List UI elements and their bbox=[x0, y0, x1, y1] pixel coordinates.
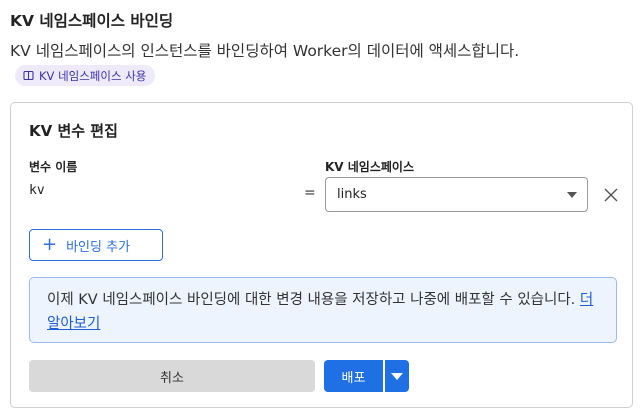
info-banner: 이제 KV 네임스페이스 바인딩에 대한 변경 내용을 저장하고 나중에 배포할… bbox=[29, 277, 617, 343]
docs-link-label[interactable]: KV 네임스페이스 사용 bbox=[39, 63, 146, 89]
add-binding-button[interactable]: + 바인딩 추가 bbox=[29, 229, 163, 261]
add-binding-label: 바인딩 추가 bbox=[66, 239, 131, 255]
deploy-button[interactable]: 배포 bbox=[324, 360, 383, 392]
info-text: 이제 KV 네임스페이스 바인딩에 대한 변경 내용을 저장하고 나중에 배포할… bbox=[47, 292, 580, 308]
description-text: KV 네임스페이스의 인스턴스를 바인딩하여 Worker의 데이터에 액세스합… bbox=[10, 42, 520, 60]
plus-icon: + bbox=[42, 234, 58, 255]
equals-sign: = bbox=[304, 185, 316, 201]
namespace-select[interactable]: links bbox=[325, 177, 588, 212]
namespace-select-value: links bbox=[337, 187, 367, 202]
cancel-label: 취소 bbox=[160, 370, 184, 386]
edit-kv-binding-card: KV 변수 편집 변수 이름 KV 네임스페이스 kv = links + 바인… bbox=[10, 102, 633, 408]
section-description: KV 네임스페이스의 인스턴스를 바인딩하여 Worker의 데이터에 액세스합… bbox=[10, 38, 530, 90]
chevron-down-icon bbox=[391, 373, 403, 380]
docs-link-pill[interactable]: KV 네임스페이스 사용 bbox=[15, 63, 156, 89]
book-icon bbox=[23, 70, 34, 81]
deploy-label: 배포 bbox=[341, 370, 366, 386]
namespace-label: KV 네임스페이스 bbox=[325, 160, 415, 174]
close-icon bbox=[604, 188, 618, 202]
remove-binding-button[interactable] bbox=[599, 183, 623, 207]
variable-name-label: 변수 이름 bbox=[29, 160, 78, 174]
chevron-down-icon bbox=[567, 192, 577, 198]
deploy-options-button[interactable] bbox=[385, 360, 409, 392]
cancel-button[interactable]: 취소 bbox=[29, 360, 315, 392]
variable-name-value[interactable]: kv bbox=[29, 183, 45, 198]
section-title: KV 네임스페이스 바인딩 bbox=[10, 12, 174, 30]
card-title: KV 변수 편집 bbox=[29, 122, 118, 140]
